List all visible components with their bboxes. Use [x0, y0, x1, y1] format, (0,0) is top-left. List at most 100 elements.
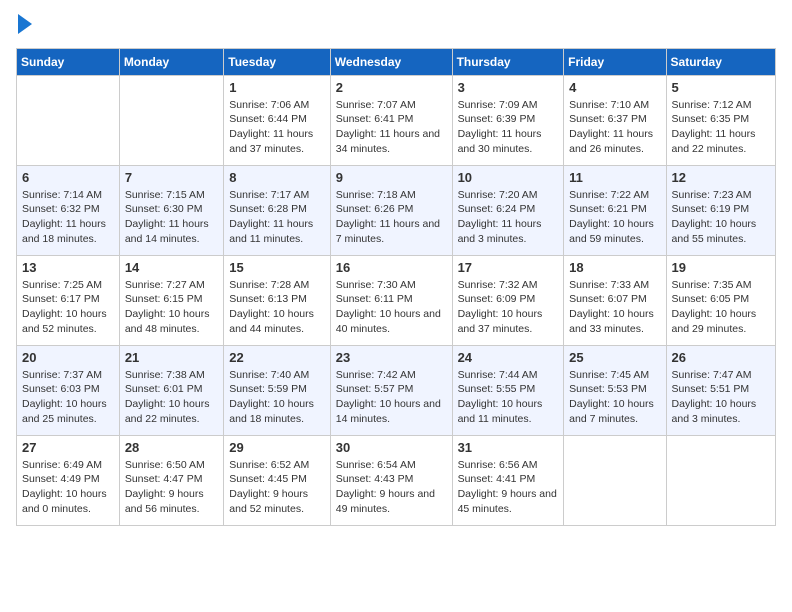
day-info: Sunrise: 7:42 AM Sunset: 5:57 PM Dayligh…: [336, 368, 447, 427]
calendar-cell: 5 Sunrise: 7:12 AM Sunset: 6:35 PM Daylig…: [666, 75, 775, 165]
day-info: Sunrise: 7:15 AM Sunset: 6:30 PM Dayligh…: [125, 188, 218, 247]
weekday-header-sunday: Sunday: [17, 48, 120, 75]
logo: [16, 16, 32, 36]
day-info: Sunrise: 7:47 AM Sunset: 5:51 PM Dayligh…: [672, 368, 770, 427]
calendar-cell: 2 Sunrise: 7:07 AM Sunset: 6:41 PM Daylig…: [330, 75, 452, 165]
logo-arrow-icon: [18, 14, 32, 34]
day-number: 24: [458, 350, 559, 365]
calendar-cell: 14Sunrise: 7:27 AM Sunset: 6:15 PM Dayli…: [119, 255, 223, 345]
calendar-cell: 12 Sunrise: 7:23 AM Sunset: 6:19 PM Dayli…: [666, 165, 775, 255]
day-number: 31: [458, 440, 559, 455]
day-number: 13: [22, 260, 114, 275]
page-header: [16, 16, 776, 36]
day-info: Sunrise: 7:07 AM Sunset: 6:41 PM Dayligh…: [336, 98, 447, 157]
calendar-cell: 21Sunrise: 7:38 AM Sunset: 6:01 PM Dayli…: [119, 345, 223, 435]
calendar-table: SundayMondayTuesdayWednesdayThursdayFrid…: [16, 48, 776, 526]
calendar-cell: 7 Sunrise: 7:15 AM Sunset: 6:30 PM Daylig…: [119, 165, 223, 255]
day-number: 7: [125, 170, 218, 185]
calendar-cell: 29Sunrise: 6:52 AM Sunset: 4:45 PM Dayli…: [224, 435, 330, 525]
weekday-header-row: SundayMondayTuesdayWednesdayThursdayFrid…: [17, 48, 776, 75]
day-number: 18: [569, 260, 660, 275]
calendar-cell: 20 Sunrise: 7:37 AM Sunset: 6:03 PM Dayli…: [17, 345, 120, 435]
calendar-cell: 11 Sunrise: 7:22 AM Sunset: 6:21 PM Dayli…: [564, 165, 666, 255]
day-number: 20: [22, 350, 114, 365]
day-number: 5: [672, 80, 770, 95]
day-info: Sunrise: 7:28 AM Sunset: 6:13 PM Dayligh…: [229, 278, 324, 337]
calendar-cell: 13 Sunrise: 7:25 AM Sunset: 6:17 PM Dayli…: [17, 255, 120, 345]
calendar-cell: 4Sunrise: 7:10 AM Sunset: 6:37 PM Daylig…: [564, 75, 666, 165]
calendar-week-row: 13 Sunrise: 7:25 AM Sunset: 6:17 PM Dayli…: [17, 255, 776, 345]
calendar-cell: 6 Sunrise: 7:14 AM Sunset: 6:32 PM Daylig…: [17, 165, 120, 255]
calendar-cell: 19Sunrise: 7:35 AM Sunset: 6:05 PM Dayli…: [666, 255, 775, 345]
calendar-cell: 23Sunrise: 7:42 AM Sunset: 5:57 PM Dayli…: [330, 345, 452, 435]
calendar-week-row: 27 Sunrise: 6:49 AM Sunset: 4:49 PM Dayli…: [17, 435, 776, 525]
day-number: 15: [229, 260, 324, 275]
day-info: Sunrise: 6:54 AM Sunset: 4:43 PM Dayligh…: [336, 458, 447, 517]
day-info: Sunrise: 7:44 AM Sunset: 5:55 PM Dayligh…: [458, 368, 559, 427]
day-number: 4: [569, 80, 660, 95]
calendar-cell: [119, 75, 223, 165]
day-info: Sunrise: 6:56 AM Sunset: 4:41 PM Dayligh…: [458, 458, 559, 517]
calendar-week-row: 20 Sunrise: 7:37 AM Sunset: 6:03 PM Dayli…: [17, 345, 776, 435]
day-info: Sunrise: 7:33 AM Sunset: 6:07 PM Dayligh…: [569, 278, 660, 337]
weekday-header-monday: Monday: [119, 48, 223, 75]
day-number: 3: [458, 80, 559, 95]
day-number: 17: [458, 260, 559, 275]
calendar-week-row: 1Sunrise: 7:06 AM Sunset: 6:44 PM Daylig…: [17, 75, 776, 165]
day-number: 22: [229, 350, 324, 365]
calendar-cell: 16 Sunrise: 7:30 AM Sunset: 6:11 PM Dayli…: [330, 255, 452, 345]
day-info: Sunrise: 6:50 AM Sunset: 4:47 PM Dayligh…: [125, 458, 218, 517]
day-number: 27: [22, 440, 114, 455]
day-info: Sunrise: 7:20 AM Sunset: 6:24 PM Dayligh…: [458, 188, 559, 247]
weekday-header-friday: Friday: [564, 48, 666, 75]
day-info: Sunrise: 7:37 AM Sunset: 6:03 PM Dayligh…: [22, 368, 114, 427]
calendar-cell: 17 Sunrise: 7:32 AM Sunset: 6:09 PM Dayli…: [452, 255, 564, 345]
weekday-header-thursday: Thursday: [452, 48, 564, 75]
calendar-cell: 31 Sunrise: 6:56 AM Sunset: 4:41 PM Dayli…: [452, 435, 564, 525]
day-info: Sunrise: 7:18 AM Sunset: 6:26 PM Dayligh…: [336, 188, 447, 247]
calendar-cell: 18 Sunrise: 7:33 AM Sunset: 6:07 PM Dayli…: [564, 255, 666, 345]
calendar-cell: 30Sunrise: 6:54 AM Sunset: 4:43 PM Dayli…: [330, 435, 452, 525]
day-info: Sunrise: 7:40 AM Sunset: 5:59 PM Dayligh…: [229, 368, 324, 427]
day-info: Sunrise: 7:14 AM Sunset: 6:32 PM Dayligh…: [22, 188, 114, 247]
day-number: 9: [336, 170, 447, 185]
day-number: 16: [336, 260, 447, 275]
calendar-week-row: 6 Sunrise: 7:14 AM Sunset: 6:32 PM Daylig…: [17, 165, 776, 255]
day-info: Sunrise: 7:06 AM Sunset: 6:44 PM Dayligh…: [229, 98, 324, 157]
day-number: 19: [672, 260, 770, 275]
calendar-cell: 3 Sunrise: 7:09 AM Sunset: 6:39 PM Daylig…: [452, 75, 564, 165]
day-info: Sunrise: 7:45 AM Sunset: 5:53 PM Dayligh…: [569, 368, 660, 427]
calendar-cell: [564, 435, 666, 525]
day-number: 26: [672, 350, 770, 365]
day-info: Sunrise: 7:30 AM Sunset: 6:11 PM Dayligh…: [336, 278, 447, 337]
calendar-cell: 1Sunrise: 7:06 AM Sunset: 6:44 PM Daylig…: [224, 75, 330, 165]
day-number: 14: [125, 260, 218, 275]
day-number: 2: [336, 80, 447, 95]
day-info: Sunrise: 7:38 AM Sunset: 6:01 PM Dayligh…: [125, 368, 218, 427]
day-number: 10: [458, 170, 559, 185]
day-info: Sunrise: 7:09 AM Sunset: 6:39 PM Dayligh…: [458, 98, 559, 157]
day-number: 11: [569, 170, 660, 185]
calendar-cell: 28Sunrise: 6:50 AM Sunset: 4:47 PM Dayli…: [119, 435, 223, 525]
day-number: 12: [672, 170, 770, 185]
weekday-header-saturday: Saturday: [666, 48, 775, 75]
day-info: Sunrise: 7:25 AM Sunset: 6:17 PM Dayligh…: [22, 278, 114, 337]
day-info: Sunrise: 7:17 AM Sunset: 6:28 PM Dayligh…: [229, 188, 324, 247]
calendar-cell: 26 Sunrise: 7:47 AM Sunset: 5:51 PM Dayli…: [666, 345, 775, 435]
day-number: 29: [229, 440, 324, 455]
calendar-cell: [17, 75, 120, 165]
day-info: Sunrise: 7:32 AM Sunset: 6:09 PM Dayligh…: [458, 278, 559, 337]
day-number: 8: [229, 170, 324, 185]
day-number: 6: [22, 170, 114, 185]
day-info: Sunrise: 7:22 AM Sunset: 6:21 PM Dayligh…: [569, 188, 660, 247]
calendar-cell: 8 Sunrise: 7:17 AM Sunset: 6:28 PM Daylig…: [224, 165, 330, 255]
calendar-cell: 27 Sunrise: 6:49 AM Sunset: 4:49 PM Dayli…: [17, 435, 120, 525]
day-number: 25: [569, 350, 660, 365]
weekday-header-wednesday: Wednesday: [330, 48, 452, 75]
calendar-cell: 22 Sunrise: 7:40 AM Sunset: 5:59 PM Dayli…: [224, 345, 330, 435]
calendar-cell: 10 Sunrise: 7:20 AM Sunset: 6:24 PM Dayli…: [452, 165, 564, 255]
day-info: Sunrise: 7:12 AM Sunset: 6:35 PM Dayligh…: [672, 98, 770, 157]
day-info: Sunrise: 7:23 AM Sunset: 6:19 PM Dayligh…: [672, 188, 770, 247]
weekday-header-tuesday: Tuesday: [224, 48, 330, 75]
day-info: Sunrise: 6:49 AM Sunset: 4:49 PM Dayligh…: [22, 458, 114, 517]
